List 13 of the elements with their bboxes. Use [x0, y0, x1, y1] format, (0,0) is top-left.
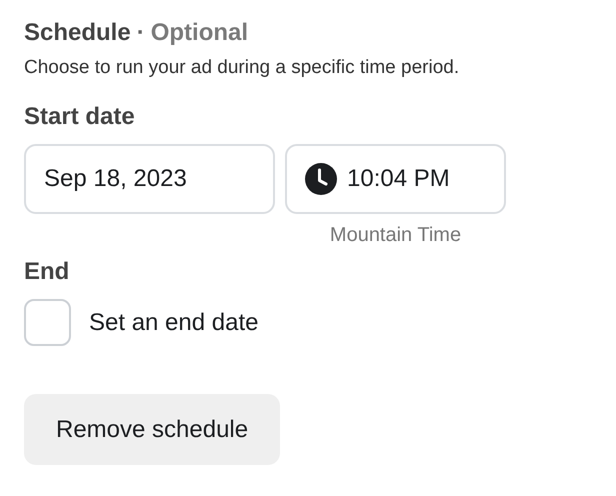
description: Choose to run your ad during a specific time period. — [24, 56, 460, 80]
checkbox-label: Set an end date — [89, 308, 258, 336]
date-field[interactable]: Sep 18, 2023 — [24, 144, 275, 214]
separator-dot: · — [136, 18, 145, 48]
remove-schedule-button[interactable]: Remove schedule — [24, 394, 280, 465]
time-field[interactable]: 10:04 PM — [285, 144, 506, 214]
start-date-label: Start date — [24, 102, 136, 132]
end-label: End — [24, 257, 70, 287]
section-title: Schedule — [24, 18, 131, 48]
optional-label: Optional — [150, 18, 248, 48]
timezone-label: Mountain Time — [330, 224, 462, 247]
clock-icon — [305, 163, 337, 195]
end-date-checkbox[interactable] — [24, 299, 71, 346]
